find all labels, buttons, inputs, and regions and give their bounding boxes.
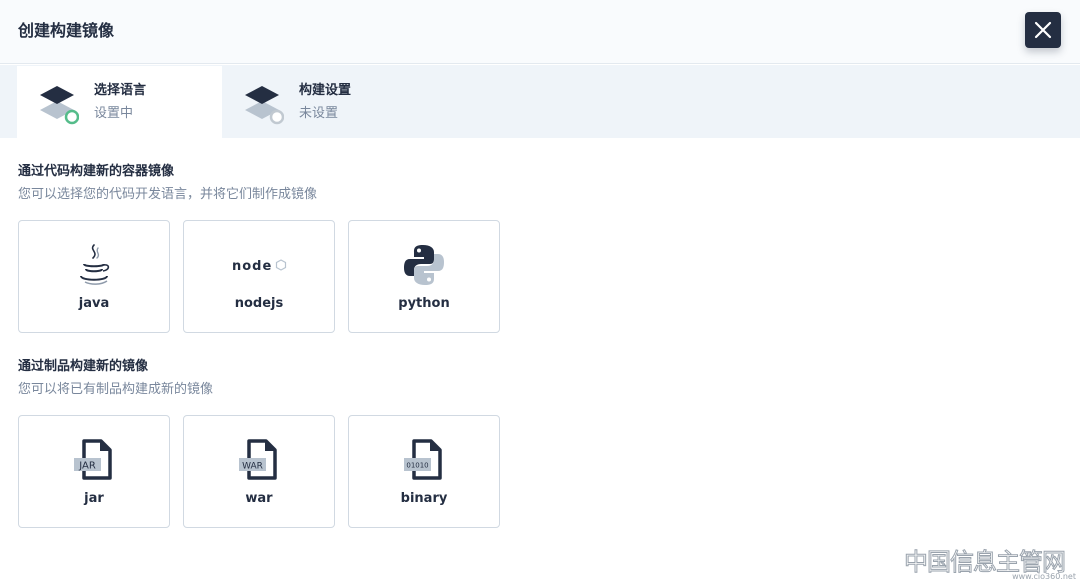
- step-title: 构建设置: [299, 83, 352, 98]
- step-title: 选择语言: [94, 83, 147, 98]
- step-build-settings[interactable]: 构建设置 未设置: [222, 66, 427, 138]
- watermark-logo: 中国信息主管网 www.cio360.net: [904, 540, 1080, 585]
- svg-text:JAR: JAR: [78, 461, 96, 472]
- python-icon: [401, 243, 447, 287]
- binary-file-icon: 01010: [401, 438, 447, 482]
- option-label: war: [245, 491, 273, 506]
- svg-text:WAR: WAR: [242, 462, 263, 472]
- svg-text:01010: 01010: [406, 462, 428, 470]
- nodejs-icon: node: [231, 243, 287, 287]
- layers-icon: [40, 86, 79, 125]
- java-icon: [71, 243, 117, 287]
- svg-text:node: node: [232, 259, 272, 274]
- option-label: nodejs: [234, 296, 284, 311]
- section-title-artifact: 通过制品构建新的镜像: [18, 359, 149, 374]
- option-label: binary: [400, 491, 448, 506]
- option-card-binary[interactable]: 01010 binary: [348, 415, 500, 528]
- modal-title: 创建构建镜像: [18, 21, 115, 40]
- watermark-url: www.cio360.net: [1012, 572, 1076, 581]
- option-card-python[interactable]: python: [348, 220, 500, 333]
- section-desc-artifact: 您可以将已有制品构建成新的镜像: [18, 382, 214, 397]
- section-title-code: 通过代码构建新的容器镜像: [18, 164, 175, 179]
- step-status: 未设置: [299, 106, 339, 121]
- close-icon: [1034, 21, 1052, 39]
- option-label: python: [398, 296, 450, 311]
- step-status: 设置中: [94, 106, 134, 121]
- option-card-jar[interactable]: JAR jar: [18, 415, 170, 528]
- close-button[interactable]: [1025, 12, 1061, 48]
- option-label: jar: [84, 491, 104, 506]
- option-card-nodejs[interactable]: node nodejs: [183, 220, 335, 333]
- option-label: java: [78, 296, 110, 311]
- section-desc-code: 您可以选择您的代码开发语言，并将它们制作成镜像: [18, 187, 318, 202]
- jar-file-icon: JAR: [71, 438, 117, 482]
- option-card-war[interactable]: WAR war: [183, 415, 335, 528]
- step-select-language[interactable]: 选择语言 设置中: [17, 66, 222, 138]
- layers-icon: [245, 86, 284, 125]
- option-card-java[interactable]: java: [18, 220, 170, 333]
- war-file-icon: WAR: [236, 438, 282, 482]
- modal-header: 创建构建镜像: [0, 0, 1080, 64]
